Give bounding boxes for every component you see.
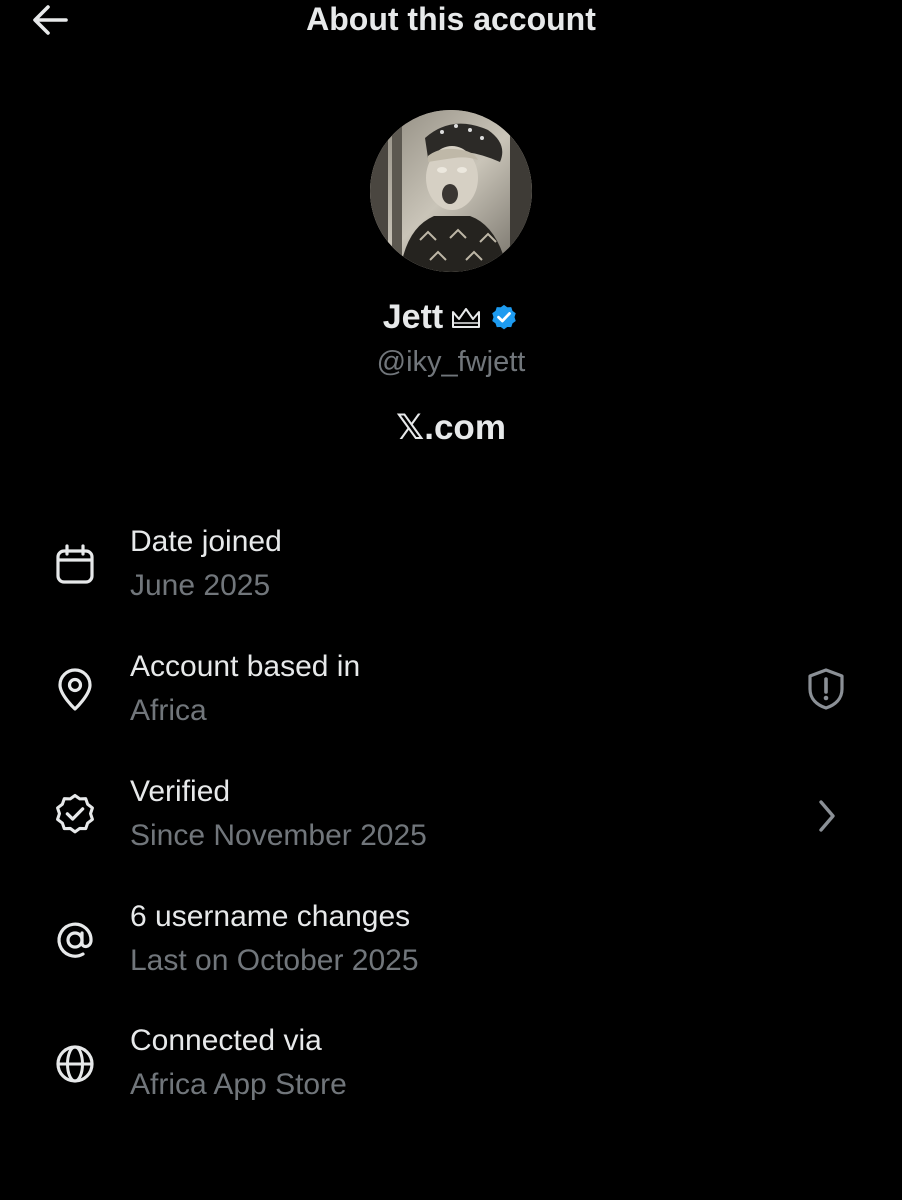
info-date-joined: Date joined June 2025: [0, 520, 902, 620]
info-connected-via: Connected via Africa App Store: [0, 1019, 902, 1119]
site-label: 𝕏.com: [396, 408, 506, 447]
shield-alert-icon[interactable]: [804, 667, 848, 711]
globe-icon: [52, 1041, 98, 1087]
info-verified[interactable]: Verified Since November 2025: [0, 770, 902, 870]
verified-check-icon[interactable]: [489, 303, 519, 333]
calendar-icon: [52, 542, 98, 588]
crown-icon: [452, 307, 481, 328]
name-row: Jett: [0, 298, 902, 337]
info-label: Account based in: [130, 650, 361, 683]
display-name: Jett: [382, 298, 444, 336]
profile-photo: [370, 110, 532, 272]
info-value: Africa App Store: [130, 1068, 347, 1101]
header: About this account: [0, 0, 902, 40]
info-label: 6 username changes: [130, 900, 411, 933]
chevron-right-icon[interactable]: [804, 794, 848, 838]
avatar[interactable]: [370, 110, 532, 272]
info-value: June 2025: [130, 569, 271, 602]
info-label: Verified: [130, 775, 231, 808]
info-account-based-in: Account based in Africa: [0, 645, 902, 745]
info-value: Africa: [130, 694, 207, 727]
at-sign-icon: [52, 917, 98, 963]
info-value: Last on October 2025: [130, 944, 419, 977]
info-label: Connected via: [130, 1024, 322, 1057]
handle[interactable]: @iky_fwjett: [0, 346, 902, 379]
info-value: Since November 2025: [130, 819, 427, 852]
info-label: Date joined: [130, 525, 282, 558]
verified-badge-icon: [52, 792, 98, 838]
info-username-changes: 6 username changes Last on October 2025: [0, 895, 902, 995]
location-pin-icon: [52, 667, 98, 713]
page-title: About this account: [306, 1, 596, 37]
